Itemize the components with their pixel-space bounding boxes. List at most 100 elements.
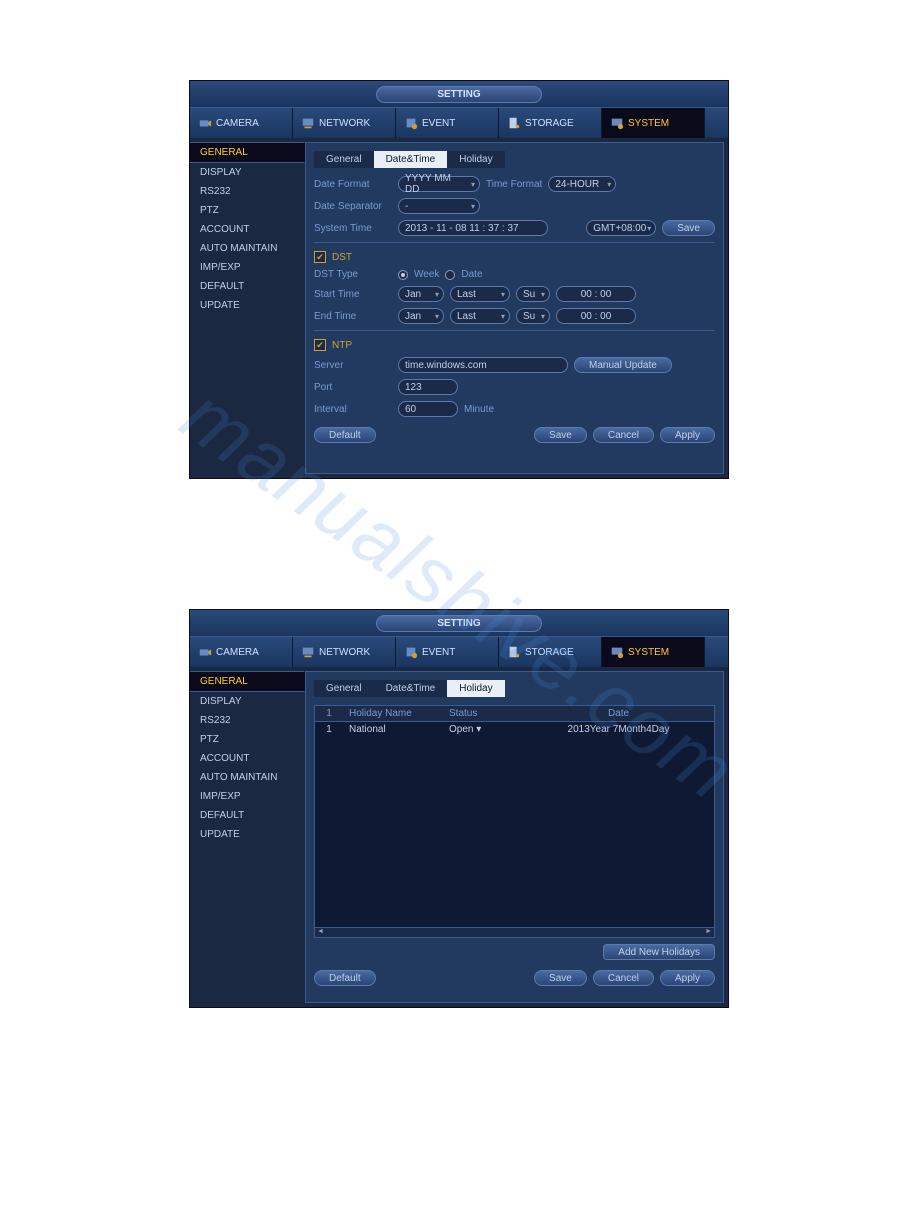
sidebar-item-general[interactable]: GENERAL	[190, 142, 305, 163]
server-field[interactable]: time.windows.com	[398, 357, 568, 373]
tab-camera[interactable]: CAMERA	[190, 108, 293, 138]
col-status: Status	[443, 706, 523, 721]
ntp-checkbox[interactable]: ✔	[314, 339, 326, 351]
sidebar-item-update[interactable]: UPDATE	[190, 825, 305, 844]
tab-storage[interactable]: STORAGE	[499, 637, 602, 667]
start-hhmm-field[interactable]: 00 : 00	[556, 286, 636, 302]
interval-field[interactable]: 60	[398, 401, 458, 417]
end-month-select[interactable]: Jan	[398, 308, 444, 324]
dst-checkbox[interactable]: ✔	[314, 251, 326, 263]
tab-network[interactable]: NETWORK	[293, 108, 396, 138]
save-button[interactable]: Save	[534, 970, 587, 986]
sidebar-item-automaintain[interactable]: AUTO MAINTAIN	[190, 239, 305, 258]
sidebar: GENERAL DISPLAY RS232 PTZ ACCOUNT AUTO M…	[190, 138, 305, 478]
storage-icon	[507, 116, 521, 130]
event-icon	[404, 116, 418, 130]
port-field[interactable]: 123	[398, 379, 458, 395]
window-title: SETTING	[376, 615, 541, 632]
system-time-field[interactable]: 2013 - 11 - 08 11 : 37 : 37	[398, 220, 548, 236]
tab-camera[interactable]: CAMERA	[190, 637, 293, 667]
cell-status[interactable]: Open ▾	[443, 722, 523, 737]
start-month-select[interactable]: Jan	[398, 286, 444, 302]
end-day-select[interactable]: Su	[516, 308, 550, 324]
tab-system-label: SYSTEM	[628, 647, 669, 658]
cancel-button[interactable]: Cancel	[593, 427, 654, 443]
table-header: 1 Holiday Name Status Date	[315, 706, 714, 722]
timezone-select[interactable]: GMT+08:00	[586, 220, 656, 236]
sidebar: GENERAL DISPLAY RS232 PTZ ACCOUNT AUTO M…	[190, 667, 305, 1007]
subtab-holiday[interactable]: Holiday	[447, 680, 504, 697]
sidebar-item-impexp[interactable]: IMP/EXP	[190, 787, 305, 806]
dst-date-label: Date	[461, 269, 482, 280]
table-row[interactable]: 1 National Open ▾ 2013Year 7Month4Day	[315, 722, 714, 737]
sidebar-item-impexp[interactable]: IMP/EXP	[190, 258, 305, 277]
save-button[interactable]: Save	[534, 427, 587, 443]
title-bar: SETTING	[190, 610, 728, 636]
apply-button[interactable]: Apply	[660, 427, 715, 443]
sidebar-item-account[interactable]: ACCOUNT	[190, 749, 305, 768]
sidebar-item-account[interactable]: ACCOUNT	[190, 220, 305, 239]
cell-name: National	[343, 722, 443, 737]
manual-update-button[interactable]: Manual Update	[574, 357, 672, 373]
subtab-datetime[interactable]: Date&Time	[374, 680, 448, 697]
start-time-label: Start Time	[314, 289, 392, 300]
settings-window-datetime: SETTING CAMERA NETWORK EVENT STORAGE SYS…	[189, 80, 729, 479]
sidebar-item-ptz[interactable]: PTZ	[190, 201, 305, 220]
sidebar-item-rs232[interactable]: RS232	[190, 711, 305, 730]
dst-week-label: Week	[414, 269, 439, 280]
dst-type-label: DST Type	[314, 269, 392, 280]
start-day-select[interactable]: Su	[516, 286, 550, 302]
tab-system[interactable]: SYSTEM	[602, 637, 705, 667]
system-time-label: System Time	[314, 223, 392, 234]
subtab-holiday[interactable]: Holiday	[447, 151, 504, 168]
default-button[interactable]: Default	[314, 427, 376, 443]
apply-button[interactable]: Apply	[660, 970, 715, 986]
end-hhmm-field[interactable]: 00 : 00	[556, 308, 636, 324]
sidebar-item-display[interactable]: DISPLAY	[190, 163, 305, 182]
dst-week-radio[interactable]	[398, 270, 408, 280]
sidebar-item-default[interactable]: DEFAULT	[190, 277, 305, 296]
start-week-select[interactable]: Last	[450, 286, 510, 302]
dst-date-radio[interactable]	[445, 270, 455, 280]
time-format-label: Time Format	[486, 179, 542, 190]
tab-system-label: SYSTEM	[628, 118, 669, 129]
tab-system[interactable]: SYSTEM	[602, 108, 705, 138]
date-separator-select[interactable]: -	[398, 198, 480, 214]
tab-network[interactable]: NETWORK	[293, 637, 396, 667]
event-icon	[404, 645, 418, 659]
content-panel: General Date&Time Holiday 1 Holiday Name…	[305, 671, 724, 1003]
interval-label: Interval	[314, 404, 392, 415]
col-date: Date	[523, 706, 714, 721]
sidebar-item-automaintain[interactable]: AUTO MAINTAIN	[190, 768, 305, 787]
end-week-select[interactable]: Last	[450, 308, 510, 324]
time-format-select[interactable]: 24-HOUR	[548, 176, 616, 192]
sidebar-item-ptz[interactable]: PTZ	[190, 730, 305, 749]
subtab-general[interactable]: General	[314, 680, 374, 697]
sidebar-item-update[interactable]: UPDATE	[190, 296, 305, 315]
date-format-select[interactable]: YYYY MM DD	[398, 176, 480, 192]
default-button[interactable]: Default	[314, 970, 376, 986]
cancel-button[interactable]: Cancel	[593, 970, 654, 986]
horizontal-scrollbar[interactable]	[315, 927, 714, 937]
tab-event[interactable]: EVENT	[396, 108, 499, 138]
save-time-button[interactable]: Save	[662, 220, 715, 236]
holiday-table: 1 Holiday Name Status Date 1 National Op…	[314, 705, 715, 938]
col-num: 1	[315, 706, 343, 721]
ntp-label: NTP	[332, 340, 352, 351]
sidebar-item-default[interactable]: DEFAULT	[190, 806, 305, 825]
window-title: SETTING	[376, 86, 541, 103]
sidebar-item-display[interactable]: DISPLAY	[190, 692, 305, 711]
system-icon	[610, 645, 624, 659]
title-bar: SETTING	[190, 81, 728, 107]
subtab-general[interactable]: General	[314, 151, 374, 168]
tab-storage[interactable]: STORAGE	[499, 108, 602, 138]
tab-event[interactable]: EVENT	[396, 637, 499, 667]
date-format-label: Date Format	[314, 179, 392, 190]
settings-window-holiday: SETTING CAMERA NETWORK EVENT STORAGE SYS…	[189, 609, 729, 1008]
sidebar-item-general[interactable]: GENERAL	[190, 671, 305, 692]
camera-icon	[198, 116, 212, 130]
add-holiday-button[interactable]: Add New Holidays	[603, 944, 715, 960]
subtab-datetime[interactable]: Date&Time	[374, 151, 448, 168]
sidebar-item-rs232[interactable]: RS232	[190, 182, 305, 201]
top-tabs: CAMERA NETWORK EVENT STORAGE SYSTEM	[190, 107, 728, 138]
